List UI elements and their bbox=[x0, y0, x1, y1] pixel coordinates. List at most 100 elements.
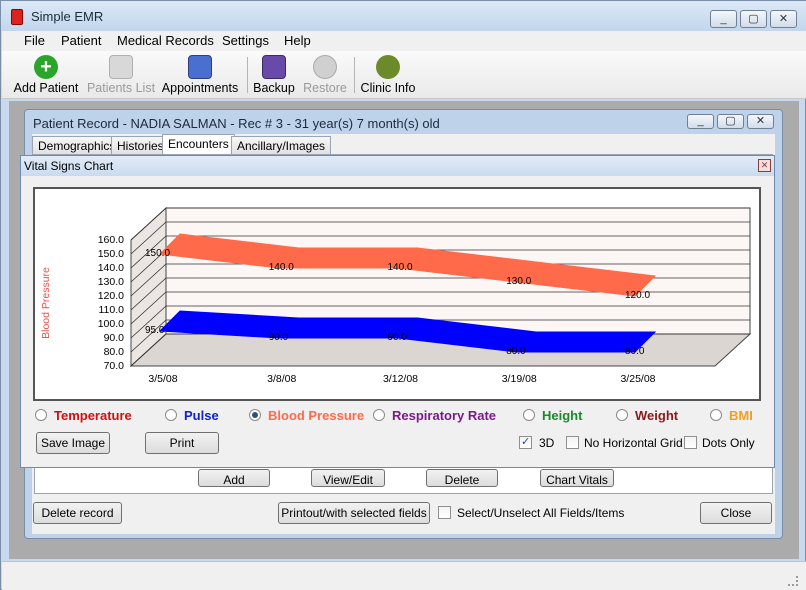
tab-demographics[interactable]: Demographics bbox=[32, 136, 122, 155]
chart-vitals-button[interactable]: Chart Vitals bbox=[540, 469, 614, 487]
tab-encounters[interactable]: Encounters bbox=[162, 134, 235, 156]
chart-area: 150.0 140.0 140.0 130.0 120.0 95.0 90.0 90.0 80.… bbox=[33, 187, 761, 401]
backup-button[interactable]: Backup bbox=[253, 51, 295, 99]
appointments-label: Appointments bbox=[161, 81, 239, 95]
printout-button[interactable]: Printout/with selected fields bbox=[278, 502, 430, 524]
dialog-title: Vital Signs Chart bbox=[24, 159, 114, 173]
data-label: 120.0 bbox=[625, 290, 650, 301]
maximize-button[interactable]: ▢ bbox=[740, 10, 767, 28]
delete-record-button[interactable]: Delete record bbox=[33, 502, 122, 524]
radio-height[interactable] bbox=[523, 409, 535, 421]
radio-label-height: Height bbox=[542, 408, 583, 423]
checkmark-icon: ✓ bbox=[521, 436, 531, 448]
print-button[interactable]: Print bbox=[145, 432, 219, 454]
floppy-disk-icon bbox=[262, 55, 286, 79]
select-all-checkbox[interactable] bbox=[438, 506, 451, 519]
radio-bmi[interactable] bbox=[710, 409, 722, 421]
close-record-button[interactable]: Close bbox=[700, 502, 772, 524]
radio-weight[interactable] bbox=[616, 409, 628, 421]
patients-list-button[interactable]: Patients List bbox=[86, 51, 156, 99]
tab-ancillary-images[interactable]: Ancillary/Images bbox=[231, 136, 332, 155]
menu-patient[interactable]: Patient bbox=[61, 33, 101, 48]
blood-pressure-chart: 150.0 140.0 140.0 130.0 120.0 95.0 90.0 90.0 80.… bbox=[40, 206, 752, 385]
x-tick-label: 3/8/08 bbox=[267, 373, 296, 385]
clipboard-icon bbox=[109, 55, 133, 79]
radio-label-temperature: Temperature bbox=[54, 408, 132, 423]
y-tick-label: 150.0 bbox=[98, 248, 124, 260]
radio-label-respiratory-rate: Respiratory Rate bbox=[392, 408, 497, 423]
status-bar bbox=[2, 561, 806, 590]
y-tick-label: 100.0 bbox=[98, 318, 124, 330]
radio-label-blood-pressure: Blood Pressure bbox=[268, 408, 365, 423]
radio-pulse[interactable] bbox=[165, 409, 177, 421]
vital-signs-dialog: Vital Signs Chart ✕ 150.0 140.0 140.0 130.0… bbox=[20, 155, 775, 468]
save-image-button[interactable]: Save Image bbox=[36, 432, 110, 454]
radio-blood-pressure[interactable] bbox=[249, 409, 261, 421]
menu-file[interactable]: File bbox=[24, 33, 45, 48]
thermometer-icon bbox=[11, 9, 23, 25]
y-tick-label: 110.0 bbox=[99, 304, 125, 316]
data-label: 140.0 bbox=[388, 262, 413, 273]
data-label: 90.0 bbox=[269, 332, 289, 343]
delete-encounter-button[interactable]: Delete bbox=[426, 469, 498, 487]
toolbar: + Add Patient Patients List Appointments… bbox=[2, 51, 806, 99]
patient-record-title: Patient Record - NADIA SALMAN - Rec # 3 … bbox=[33, 116, 440, 131]
stethoscope-icon bbox=[376, 55, 400, 79]
data-label: 140.0 bbox=[269, 262, 294, 273]
book-icon bbox=[188, 55, 212, 79]
no-horizontal-grid-label: No Horizontal Grid bbox=[584, 436, 683, 450]
radio-temperature[interactable] bbox=[35, 409, 47, 421]
menu-help[interactable]: Help bbox=[284, 33, 311, 48]
no-horizontal-grid-checkbox[interactable] bbox=[566, 436, 579, 449]
dialog-close-icon[interactable]: ✕ bbox=[758, 159, 771, 172]
x-tick-label: 3/25/08 bbox=[620, 373, 655, 385]
y-tick-label: 130.0 bbox=[98, 276, 124, 288]
radio-respiratory-rate[interactable] bbox=[373, 409, 385, 421]
resize-grip-icon[interactable] bbox=[788, 576, 798, 586]
pr-maximize-button[interactable]: ▢ bbox=[717, 114, 744, 129]
y-tick-label: 90.0 bbox=[104, 332, 125, 344]
radio-label-bmi: BMI bbox=[729, 408, 753, 423]
menu-bar: File Patient Medical Records Settings He… bbox=[2, 31, 806, 51]
disc-icon bbox=[313, 55, 337, 79]
restore-label: Restore bbox=[303, 81, 347, 95]
3d-checkbox[interactable]: ✓ bbox=[519, 436, 532, 449]
dialog-title-bar[interactable]: Vital Signs Chart bbox=[21, 156, 774, 176]
backup-label: Backup bbox=[253, 81, 295, 95]
radio-label-pulse: Pulse bbox=[184, 408, 219, 423]
data-label: 95.0 bbox=[145, 325, 165, 336]
y-tick-label: 80.0 bbox=[104, 346, 125, 358]
toolbar-separator bbox=[354, 57, 355, 93]
y-axis-label: Blood Pressure bbox=[40, 267, 52, 339]
y-tick-label: 120.0 bbox=[98, 290, 124, 302]
close-button[interactable]: ✕ bbox=[770, 10, 797, 28]
add-patient-button[interactable]: + Add Patient bbox=[13, 51, 79, 99]
dots-only-checkbox[interactable] bbox=[684, 436, 697, 449]
radio-label-weight: Weight bbox=[635, 408, 679, 423]
window-title: Simple EMR bbox=[31, 9, 104, 24]
menu-settings[interactable]: Settings bbox=[222, 33, 269, 48]
data-label: 90.0 bbox=[388, 332, 408, 343]
restore-button[interactable]: Restore bbox=[303, 51, 347, 99]
clinic-info-button[interactable]: Clinic Info bbox=[360, 51, 416, 99]
dots-only-label: Dots Only bbox=[702, 436, 755, 450]
3d-label: 3D bbox=[539, 436, 555, 450]
tab-histories[interactable]: Histories bbox=[111, 136, 170, 155]
title-bar[interactable]: Simple EMR _ ▢ ✕ bbox=[1, 1, 806, 31]
pr-close-button[interactable]: ✕ bbox=[747, 114, 774, 129]
patients-list-label: Patients List bbox=[86, 81, 156, 95]
view-edit-button[interactable]: View/Edit bbox=[311, 469, 385, 487]
pr-minimize-button[interactable]: _ bbox=[687, 114, 714, 129]
minimize-button[interactable]: _ bbox=[710, 10, 737, 28]
y-tick-label: 160.0 bbox=[98, 234, 124, 246]
menu-medical-records[interactable]: Medical Records bbox=[117, 33, 214, 48]
data-label: 130.0 bbox=[506, 276, 531, 287]
appointments-button[interactable]: Appointments bbox=[160, 51, 240, 99]
x-tick-label: 3/12/08 bbox=[383, 373, 418, 385]
data-label: 80.0 bbox=[625, 346, 645, 357]
x-tick-label: 3/5/08 bbox=[148, 373, 177, 385]
y-tick-label: 140.0 bbox=[98, 262, 124, 274]
data-label: 80.0 bbox=[506, 346, 526, 357]
app-window: Simple EMR _ ▢ ✕ File Patient Medical Re… bbox=[0, 0, 806, 590]
add-encounter-button[interactable]: Add bbox=[198, 469, 270, 487]
